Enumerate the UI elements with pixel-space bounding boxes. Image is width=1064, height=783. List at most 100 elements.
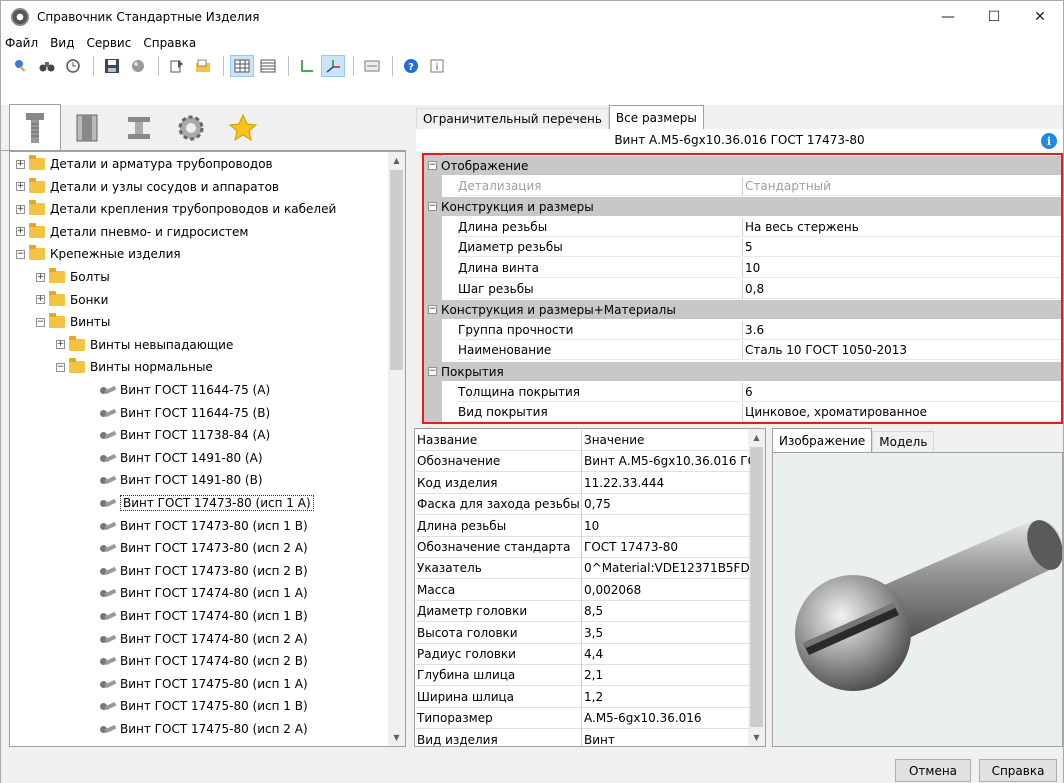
- tree-item-folder[interactable]: + Винты невыпадающие: [56, 334, 233, 356]
- property-category[interactable]: − Покрытия: [424, 362, 1061, 381]
- expand-icon[interactable]: +: [36, 272, 45, 282]
- tree-item-standard[interactable]: Винт ГОСТ 17474-80 (исп 1 B): [100, 605, 308, 627]
- table-row[interactable]: Обозначение стандарта ГОСТ 17473-80: [415, 536, 750, 558]
- scroll-down-icon[interactable]: ▼: [748, 729, 765, 746]
- property-value[interactable]: Цинковое, хроматированное: [742, 403, 1061, 422]
- collapse-icon[interactable]: −: [16, 249, 25, 259]
- tree-item-standard[interactable]: Винт ГОСТ 17474-80 (исп 2 A): [100, 628, 308, 650]
- collapse-icon[interactable]: −: [36, 317, 45, 327]
- property-value[interactable]: На весь стержень: [742, 217, 1061, 237]
- tree-item-folder[interactable]: − Винты нормальные: [56, 356, 213, 378]
- property-row[interactable]: Вид покрытия Цинковое, хроматированное: [424, 403, 1061, 422]
- info-icon[interactable]: i: [1041, 133, 1057, 149]
- table-row[interactable]: Код изделия 11.22.33.444: [415, 472, 750, 494]
- property-row[interactable]: Толщина покрытия 6: [424, 382, 1061, 402]
- tree-item-folder[interactable]: + Детали и узлы сосудов и аппаратов: [16, 176, 279, 198]
- expand-icon[interactable]: +: [16, 227, 25, 237]
- tree-item-folder[interactable]: + Детали пневмо- и гидросистем: [16, 221, 248, 243]
- expand-icon[interactable]: +: [36, 295, 45, 305]
- tree-item-standard[interactable]: Винт ГОСТ 11644-75 (B): [100, 402, 270, 424]
- table-row[interactable]: Радиус головки 4,4: [415, 643, 750, 665]
- tree-item-folder[interactable]: − Винты: [36, 311, 110, 333]
- tree-item-standard[interactable]: Винт ГОСТ 17475-80 (исп 2 A): [100, 718, 308, 740]
- tree-item-folder[interactable]: + Детали крепления трубопроводов и кабеле…: [16, 198, 336, 220]
- property-row[interactable]: Детализация Стандартный: [424, 176, 1061, 196]
- table-row[interactable]: Глубина шлица 2,1: [415, 664, 750, 687]
- property-row[interactable]: Длина винта 10: [424, 259, 1061, 278]
- scroll-thumb[interactable]: [750, 447, 763, 727]
- maximize-button[interactable]: ☐: [971, 1, 1017, 33]
- tree-item-standard[interactable]: Винт ГОСТ 1491-80 (A): [100, 447, 263, 469]
- tab-model[interactable]: Модель: [872, 431, 935, 452]
- menu-file[interactable]: Файл: [1, 36, 44, 50]
- table-row[interactable]: Высота головки 3,5: [415, 622, 750, 644]
- bolt-icon[interactable]: [9, 104, 61, 150]
- catalog-tree[interactable]: + Детали и арматура трубопроводов + Детали …: [9, 151, 406, 747]
- property-row[interactable]: Шаг резьбы 0,8: [424, 279, 1061, 299]
- expand-icon[interactable]: +: [16, 182, 25, 192]
- property-row[interactable]: Группа прочности 3.6: [424, 320, 1061, 340]
- tree-item-folder[interactable]: − Крепежные изделия: [16, 243, 181, 265]
- property-value[interactable]: Сталь 10 ГОСТ 1050-2013: [742, 341, 1061, 361]
- column-header-name[interactable]: Название: [415, 429, 582, 451]
- scroll-up-icon[interactable]: ▲: [748, 429, 765, 446]
- sphere-icon[interactable]: [126, 55, 150, 77]
- star-icon[interactable]: [217, 106, 269, 150]
- scroll-down-icon[interactable]: ▼: [388, 729, 405, 746]
- minimize-button[interactable]: —: [925, 1, 971, 33]
- scroll-thumb[interactable]: [390, 170, 403, 370]
- axis-icon[interactable]: [295, 55, 319, 77]
- property-category[interactable]: − Конструкция и размеры+Материалы: [424, 300, 1061, 320]
- expand-icon[interactable]: +: [16, 204, 25, 214]
- collapse-icon[interactable]: −: [428, 367, 437, 376]
- property-grid[interactable]: − Отображение Детализация Стандартный − Конст…: [422, 153, 1063, 424]
- clock-icon[interactable]: [61, 55, 85, 77]
- property-value[interactable]: 10: [742, 259, 1061, 278]
- tree-item-standard[interactable]: Винт ГОСТ 17473-80 (исп 2 B): [100, 560, 308, 582]
- property-row[interactable]: Наименование Сталь 10 ГОСТ 1050-2013: [424, 341, 1061, 361]
- properties-table[interactable]: ▲ ▼ Название Значение Обозначение Винт А.М5…: [414, 428, 766, 747]
- triad-icon[interactable]: [321, 55, 345, 77]
- table-row[interactable]: Обозначение Винт А.М5-6gx10.36.016 ГОС: [415, 450, 750, 473]
- expand-icon[interactable]: +: [16, 159, 25, 169]
- tree-item-standard[interactable]: Винт ГОСТ 17474-80 (исп 2 B): [100, 650, 308, 672]
- tree-item-folder[interactable]: + Бонки: [36, 289, 108, 311]
- list-view-icon[interactable]: [256, 55, 280, 77]
- flange-icon[interactable]: [61, 106, 113, 150]
- property-row[interactable]: Диаметр резьбы 5: [424, 238, 1061, 258]
- menu-help[interactable]: Справка: [137, 36, 202, 50]
- table-row[interactable]: Масса 0,002068: [415, 579, 750, 601]
- tab-restrictive-list[interactable]: Ограничительный перечень: [416, 108, 609, 129]
- export-icon[interactable]: [165, 55, 189, 77]
- collapse-icon[interactable]: −: [428, 305, 437, 315]
- table-row[interactable]: Фаска для захода резьбы 0,75: [415, 493, 750, 516]
- scroll-up-icon[interactable]: ▲: [388, 152, 405, 169]
- pin-icon[interactable]: [9, 55, 33, 77]
- tab-all-sizes[interactable]: Все размеры: [608, 105, 704, 129]
- property-value[interactable]: 6: [742, 382, 1061, 402]
- property-row[interactable]: Длина резьбы На весь стержень: [424, 217, 1061, 237]
- tree-item-standard[interactable]: Винт ГОСТ 1491-80 (B): [100, 469, 263, 491]
- expand-icon[interactable]: +: [56, 340, 65, 350]
- panel-icon[interactable]: [360, 55, 384, 77]
- property-category[interactable]: − Конструкция и размеры: [424, 197, 1061, 217]
- collapse-icon[interactable]: −: [56, 362, 65, 372]
- property-value[interactable]: 5: [742, 238, 1061, 258]
- rivet-icon[interactable]: [113, 106, 165, 150]
- binoculars-icon[interactable]: [35, 55, 59, 77]
- folder-icon[interactable]: [191, 55, 215, 77]
- help-icon[interactable]: ?: [399, 55, 423, 77]
- collapse-icon[interactable]: −: [428, 202, 437, 212]
- tree-item-standard[interactable]: Винт ГОСТ 17473-80 (исп 1 B): [100, 515, 308, 537]
- tree-scrollbar[interactable]: ▲ ▼: [388, 152, 405, 746]
- property-value[interactable]: 3.6: [742, 320, 1061, 340]
- table-row[interactable]: Указатель 0^Material:VDE12371B5FDD4: [415, 557, 750, 580]
- save-icon[interactable]: [100, 55, 124, 77]
- table-row[interactable]: Длина резьбы 10: [415, 515, 750, 537]
- tree-item-folder[interactable]: + Детали и арматура трубопроводов: [16, 153, 273, 175]
- tree-item-standard[interactable]: Винт ГОСТ 17473-80 (исп 1 A): [100, 492, 314, 514]
- close-button[interactable]: ✕: [1017, 1, 1063, 33]
- table-row[interactable]: Диаметр головки 8,5: [415, 600, 750, 623]
- tree-item-folder[interactable]: + Болты: [36, 266, 110, 288]
- table-view-icon[interactable]: [230, 55, 254, 77]
